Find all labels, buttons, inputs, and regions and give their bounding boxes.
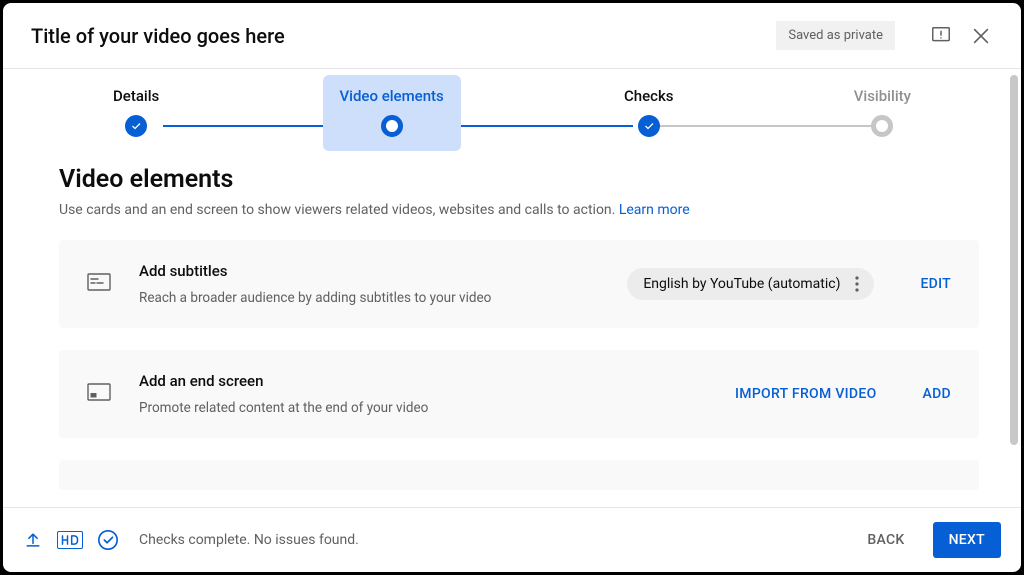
card-description: Promote related content at the end of yo… bbox=[139, 400, 689, 416]
step-visibility[interactable]: Visibility bbox=[854, 87, 911, 137]
section-subtitle: Use cards and an end screen to show view… bbox=[59, 202, 979, 218]
checks-complete-icon[interactable] bbox=[97, 529, 119, 551]
close-icon[interactable] bbox=[969, 24, 993, 48]
step-video-elements[interactable]: Video elements bbox=[339, 87, 443, 137]
learn-more-link[interactable]: Learn more bbox=[619, 202, 690, 218]
edit-subtitles-button[interactable]: EDIT bbox=[920, 276, 951, 292]
check-icon bbox=[125, 115, 147, 137]
section-title: Video elements bbox=[59, 165, 979, 194]
next-button[interactable]: NEXT bbox=[933, 522, 1001, 558]
step-details[interactable]: Details bbox=[113, 87, 159, 137]
check-icon bbox=[638, 115, 660, 137]
cards-card-partial bbox=[59, 460, 979, 490]
more-options-icon[interactable] bbox=[850, 276, 864, 292]
empty-step-dot-icon bbox=[871, 115, 893, 137]
stepper-track bbox=[643, 125, 873, 127]
dialog-header: Title of your video goes here Saved as p… bbox=[3, 3, 1021, 69]
subtitles-card: Add subtitles Reach a broader audience b… bbox=[59, 240, 979, 328]
video-title: Title of your video goes here bbox=[31, 24, 776, 48]
dialog-footer: Checks complete. No issues found. BACK N… bbox=[3, 507, 1021, 572]
checks-status-text: Checks complete. No issues found. bbox=[139, 532, 839, 548]
card-description: Reach a broader audience by adding subti… bbox=[139, 290, 599, 306]
saved-status-badge: Saved as private bbox=[776, 21, 895, 50]
step-label: Details bbox=[113, 87, 159, 105]
upload-dialog: Title of your video goes here Saved as p… bbox=[3, 3, 1021, 572]
subtitles-icon bbox=[87, 273, 111, 295]
step-label: Checks bbox=[624, 87, 674, 105]
endscreen-icon bbox=[87, 383, 111, 405]
add-endscreen-button[interactable]: ADD bbox=[923, 386, 951, 402]
card-title: Add subtitles bbox=[139, 262, 599, 280]
step-label: Visibility bbox=[854, 87, 911, 105]
feedback-icon[interactable] bbox=[929, 24, 953, 48]
endscreen-card: Add an end screen Promote related conten… bbox=[59, 350, 979, 438]
subtitle-language-chip[interactable]: English by YouTube (automatic) bbox=[627, 268, 874, 300]
dialog-body: Video elements Use cards and an end scre… bbox=[3, 165, 1021, 507]
scrollbar-thumb[interactable] bbox=[1010, 75, 1018, 445]
import-from-video-button[interactable]: IMPORT FROM VIDEO bbox=[735, 386, 877, 402]
back-button[interactable]: BACK bbox=[853, 522, 918, 558]
step-label: Video elements bbox=[339, 87, 443, 105]
hd-icon[interactable] bbox=[57, 531, 83, 549]
card-title: Add an end screen bbox=[139, 372, 689, 390]
upload-icon[interactable] bbox=[23, 530, 43, 550]
progress-stepper: Details Video elements Checks Visibility bbox=[3, 69, 1021, 165]
step-checks[interactable]: Checks bbox=[624, 87, 674, 137]
active-step-dot-icon bbox=[381, 115, 403, 137]
